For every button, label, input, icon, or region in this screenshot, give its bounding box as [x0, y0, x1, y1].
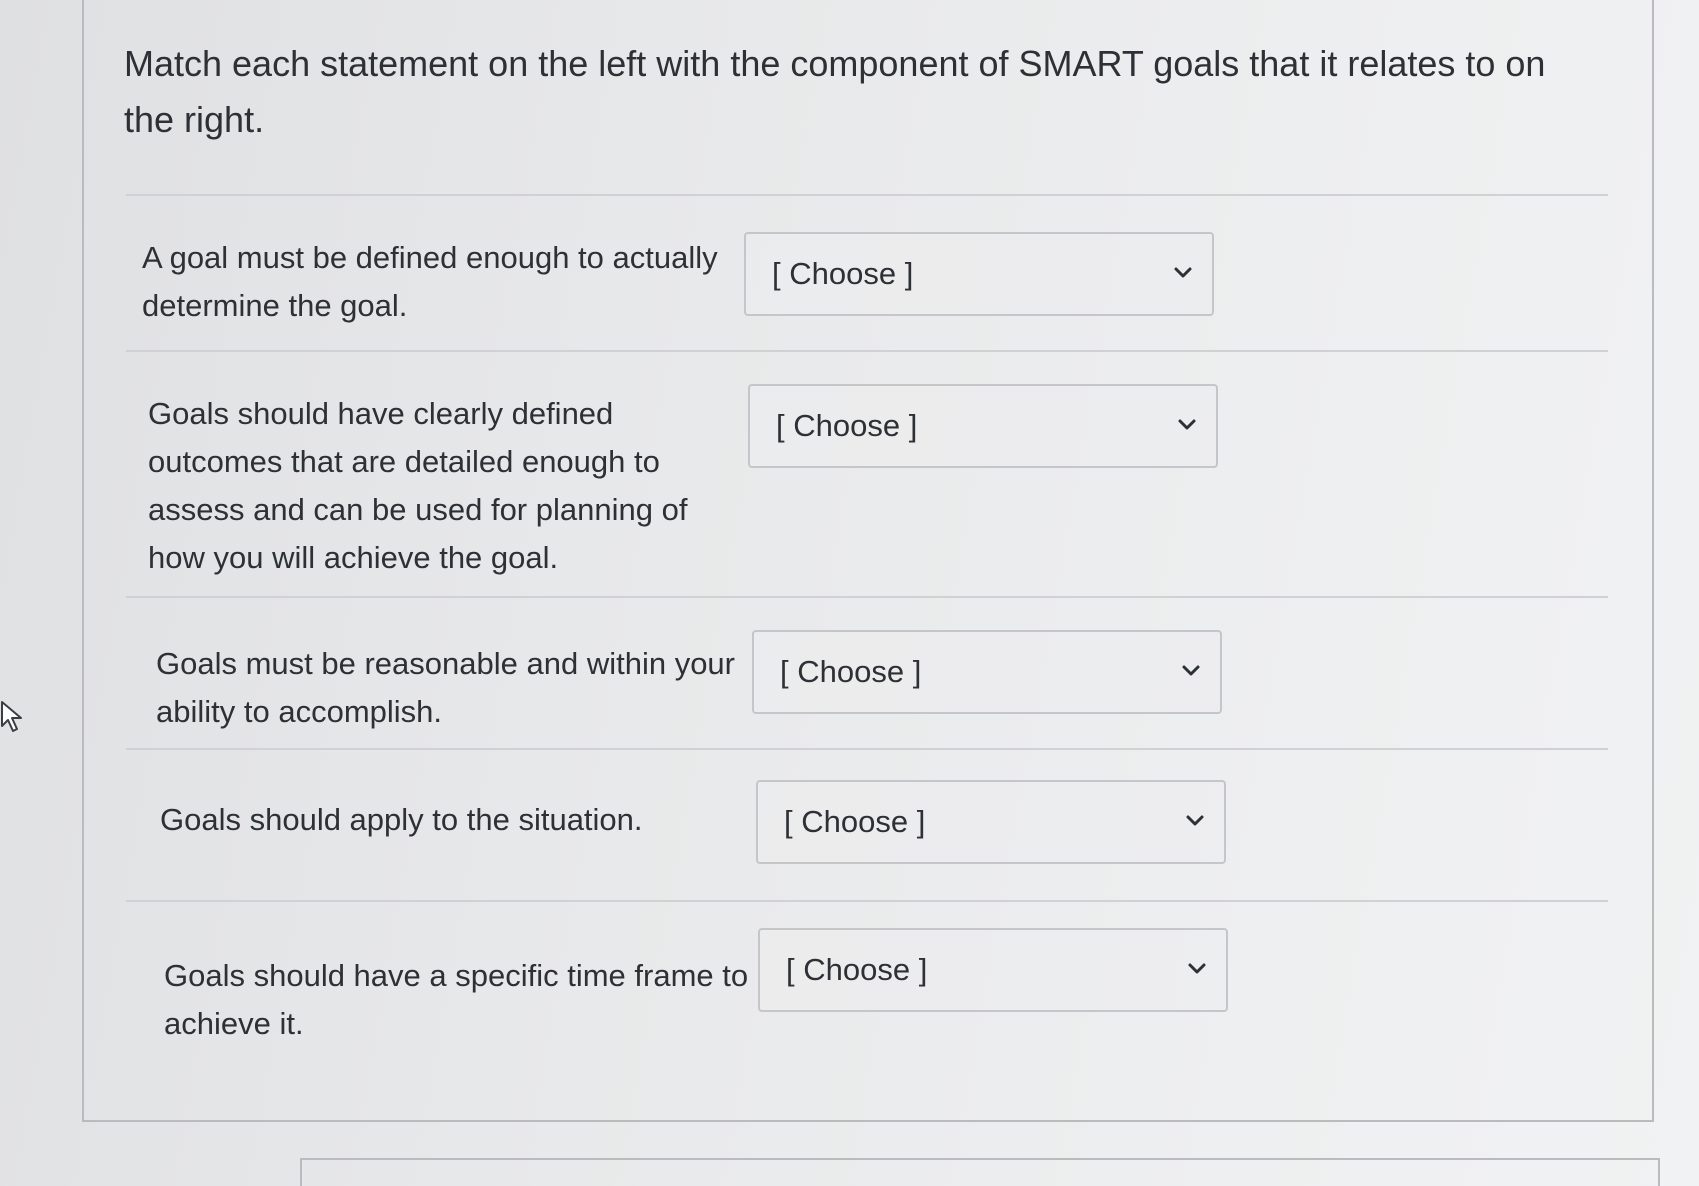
chevron-down-icon	[1186, 815, 1204, 826]
statement-4: Goals should apply to the situation.	[160, 802, 643, 837]
match-select-2[interactable]: [ Choose ]	[748, 384, 1218, 468]
divider	[126, 596, 1608, 598]
match-select-4[interactable]: [ Choose ]	[756, 780, 1226, 864]
select-value: [ Choose ]	[772, 256, 914, 291]
chevron-down-icon	[1174, 267, 1192, 278]
statement-1: A goal must be defined enough to actuall…	[142, 240, 718, 323]
mouse-cursor-icon	[1, 701, 22, 732]
select-value: [ Choose ]	[776, 408, 918, 443]
divider	[126, 900, 1608, 902]
chevron-down-icon	[1182, 665, 1200, 676]
divider	[126, 194, 1608, 196]
statement-5: Goals should have a specific time frame …	[164, 958, 749, 1041]
match-select-5[interactable]: [ Choose ]	[758, 928, 1228, 1012]
statement-2: Goals should have clearly defined outcom…	[148, 396, 688, 575]
statement-3: Goals must be reasonable and within your…	[156, 646, 735, 729]
select-value: [ Choose ]	[786, 952, 928, 987]
match-select-1[interactable]: [ Choose ]	[744, 232, 1214, 316]
next-question-card	[300, 1158, 1660, 1186]
quiz-page: Match each statement on the left with th…	[0, 0, 1699, 1186]
select-value: [ Choose ]	[784, 804, 926, 839]
divider	[126, 748, 1608, 750]
match-select-3[interactable]: [ Choose ]	[752, 630, 1222, 714]
chevron-down-icon	[1188, 963, 1206, 974]
divider	[126, 350, 1608, 352]
select-value: [ Choose ]	[780, 654, 922, 689]
question-prompt: Match each statement on the left with th…	[124, 43, 1546, 140]
chevron-down-icon	[1178, 419, 1196, 430]
